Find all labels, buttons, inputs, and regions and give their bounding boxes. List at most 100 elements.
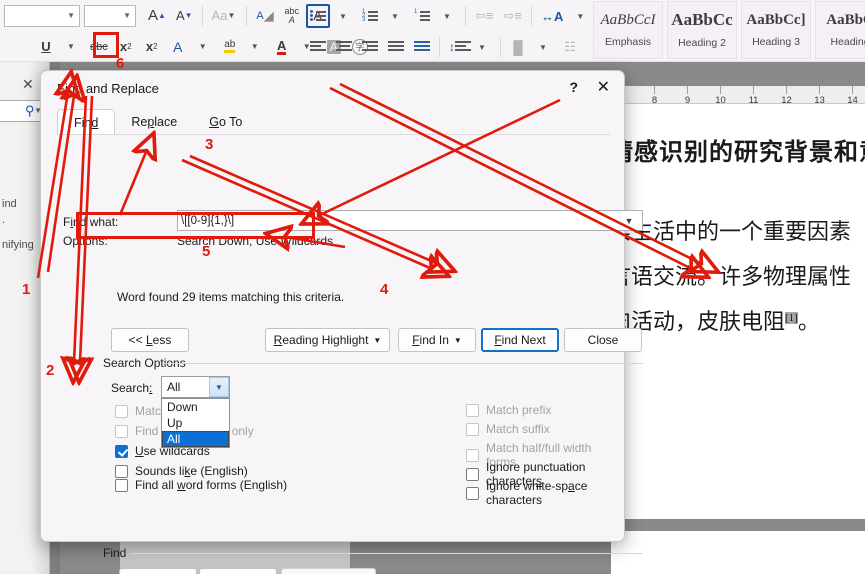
find-next-button[interactable]: Find Next (481, 328, 559, 352)
help-icon[interactable]: ? (569, 79, 578, 95)
styles-gallery: AaBbCcI Emphasis AaBbCc Heading 2 AaBbCc… (593, 1, 865, 61)
reading-highlight-button[interactable]: Reading Highlight ▼ (265, 328, 390, 352)
align-left-icon[interactable] (306, 35, 330, 59)
grow-font-icon[interactable]: A ▲ (144, 4, 170, 28)
dropdown-option-up[interactable]: Up (162, 415, 229, 431)
strikethrough-button[interactable]: abc (86, 35, 112, 59)
checkbox-match-prefix[interactable]: Match prefix (466, 403, 551, 417)
ribbon-divider (465, 6, 466, 26)
paragraph-text: 。 (797, 309, 820, 334)
align-right-icon[interactable] (358, 35, 382, 59)
underline-button[interactable]: U (34, 35, 58, 59)
change-case-icon[interactable]: Aa ▼ (208, 4, 242, 28)
borders-icon[interactable]: ☷ (558, 35, 582, 59)
checkbox-match-suffix[interactable]: Match suffix (466, 422, 550, 436)
group-divider (131, 553, 643, 554)
subscript-button[interactable]: x2 (114, 35, 138, 59)
multilevel-list-icon[interactable]: 1 (410, 4, 434, 28)
search-direction-value-face[interactable]: All ▼ (161, 376, 230, 398)
font-name-combo[interactable]: ▼ (4, 4, 80, 27)
shrink-font-icon[interactable]: A ▼ (172, 4, 197, 28)
search-direction-dropdown[interactable]: Down Up All (161, 398, 230, 448)
search-direction-select[interactable]: All ▼ Down Up All (161, 376, 230, 448)
close-icon[interactable]: ✕ (597, 77, 610, 97)
search-result-message: Word found 29 items matching this criter… (117, 290, 345, 304)
checkbox-box (115, 424, 128, 438)
chevron-down-icon[interactable]: ▼ (618, 216, 640, 226)
special-button[interactable]: Special▼ (199, 568, 277, 574)
style-sample: AaBbCc] (746, 12, 806, 29)
less-button[interactable]: << Less (111, 328, 189, 352)
tab-find[interactable]: Find (57, 109, 116, 135)
font-size-combo[interactable]: ▼ (84, 4, 136, 27)
checkbox-box (115, 444, 128, 458)
font-color-button[interactable]: A (270, 35, 294, 59)
checkbox-find-all-word-forms[interactable]: Find all word forms (English) (115, 478, 287, 492)
tab-goto[interactable]: Go To (193, 109, 258, 135)
clear-formatting-icon[interactable]: A ◢ (252, 4, 277, 28)
checkbox-sounds-like[interactable]: Sounds like (English) (115, 464, 248, 478)
justify-icon[interactable] (384, 35, 408, 59)
distribute-icon[interactable] (410, 35, 434, 59)
checkbox-ignore-white-space-characters[interactable]: Ignore white-space characters (466, 479, 624, 507)
format-button[interactable]: Format▼ (119, 568, 197, 574)
ruler-tick: | 11 (748, 83, 759, 106)
checkbox-box (115, 404, 128, 418)
close-button[interactable]: Close (564, 328, 642, 352)
find-what-field[interactable] (178, 212, 618, 229)
text-effects-chevron-icon[interactable]: ▼ (192, 35, 216, 59)
no-formatting-button[interactable]: No Formatting (281, 568, 376, 574)
checkbox-label: Match prefix (486, 403, 552, 417)
page-gap (611, 519, 865, 531)
shading-chevron-icon[interactable]: ▼ (532, 35, 556, 59)
navigation-text-fragment: . (2, 214, 6, 226)
find-in-button[interactable]: Find In ▼ (398, 328, 476, 352)
style-emphasis[interactable]: AaBbCcI Emphasis (593, 1, 663, 59)
text-effects-button[interactable]: A (166, 35, 190, 59)
highlight-button[interactable]: ab (218, 35, 242, 59)
checkbox-box (466, 403, 479, 417)
superscript-button[interactable]: x2 (140, 35, 164, 59)
ruler-tick: | 14 (847, 83, 858, 106)
style-name: Heading 3 (752, 35, 800, 48)
checkbox-label: Find all word forms (English) (135, 478, 288, 492)
chevron-down-icon: ▼ (123, 10, 131, 20)
dropdown-option-all[interactable]: All (162, 431, 229, 447)
align-center-icon[interactable] (332, 35, 356, 59)
style-heading-3[interactable]: AaBbCc] Heading 3 (741, 1, 811, 59)
asian-layout-chevron-icon[interactable]: ▼ (569, 4, 593, 28)
underline-options-chevron-icon[interactable]: ▼ (60, 35, 84, 59)
find-and-replace-dialog: Find and Replace ? ✕ Find Replace Go To … (40, 70, 643, 574)
tab-replace[interactable]: Replace (115, 109, 193, 135)
style-heading-2[interactable]: AaBbCc Heading 2 (667, 1, 737, 59)
ribbon-divider (500, 37, 501, 57)
find-what-label: Find what: (63, 215, 119, 229)
find-in-label: Find In (412, 333, 449, 347)
bullet-list-icon[interactable] (306, 4, 330, 28)
horizontal-ruler[interactable]: | 7 | 8 | 9 | 10 | 11 | 12 | 13 | 14 | 1… (605, 83, 865, 106)
find-what-input[interactable]: ▼ (177, 210, 643, 231)
style-heading-4[interactable]: AaBbC Heading (815, 1, 865, 59)
ruler-tick: | 10 (715, 83, 726, 106)
chevron-down-icon[interactable]: ▼ (209, 377, 229, 397)
shading-icon[interactable]: █ (506, 35, 530, 59)
group-divider (163, 363, 643, 364)
phonetic-guide-icon[interactable]: abc A (280, 4, 304, 28)
bullet-list-chevron-icon[interactable]: ▼ (332, 4, 356, 28)
numbered-list-chevron-icon[interactable]: ▼ (384, 4, 408, 28)
decrease-indent-icon[interactable]: ⇦≡ (471, 4, 497, 28)
navigation-text-fragment: ind (2, 198, 17, 210)
line-spacing-chevron-icon[interactable]: ▼ (471, 35, 495, 59)
close-icon[interactable]: ✕ (22, 76, 34, 93)
numbered-list-icon[interactable]: 123 (358, 4, 382, 28)
document-page[interactable]: 情感识别的研究背景和意 实生活中的一个重要因素 言语交流。许多物理属性 肉活动，… (609, 104, 865, 519)
document-page-next[interactable] (611, 531, 865, 574)
multilevel-list-chevron-icon[interactable]: ▼ (436, 4, 460, 28)
search-icon: ⚲ (24, 103, 35, 118)
highlight-chevron-icon[interactable]: ▼ (244, 35, 268, 59)
increase-indent-icon[interactable]: ⇨≡ (499, 4, 525, 28)
line-spacing-icon[interactable]: ↕ (445, 35, 471, 59)
dropdown-option-down[interactable]: Down (162, 399, 229, 415)
search-direction-value: All (167, 380, 181, 394)
asian-layout-icon[interactable]: ↔A (537, 4, 567, 28)
